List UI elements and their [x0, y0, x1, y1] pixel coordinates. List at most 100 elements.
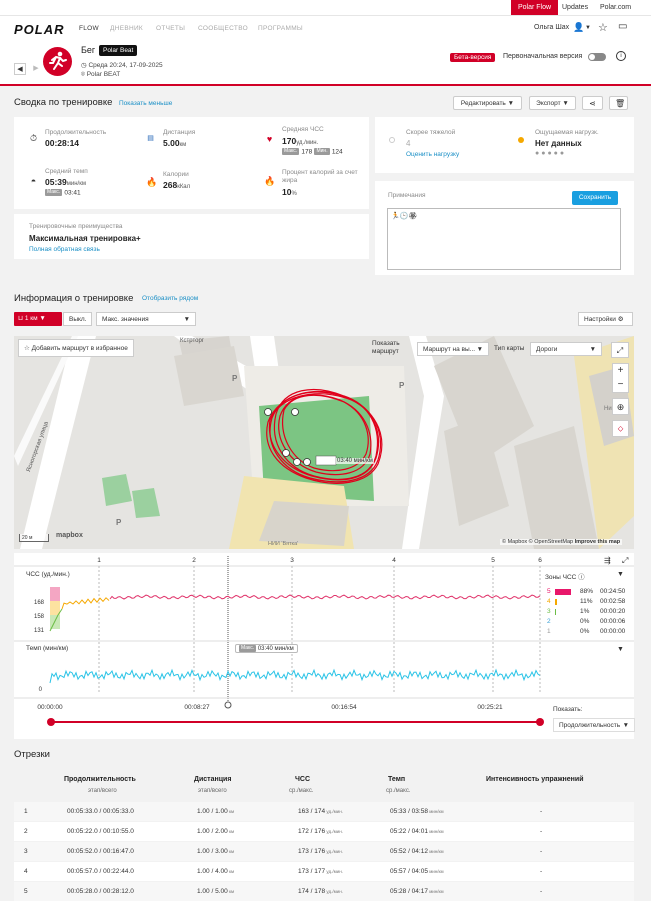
user-avatar-icon[interactable]: 👤: [573, 22, 584, 33]
polar-logo[interactable]: POLAR: [14, 22, 65, 37]
hr-y-tick: 168: [34, 600, 45, 606]
show-label: Показать:: [553, 706, 583, 713]
map-type-select[interactable]: Дороги ▼: [530, 342, 602, 356]
edit-button[interactable]: Редактировать ▼: [453, 96, 522, 110]
nav-flow[interactable]: FLOW: [79, 25, 99, 32]
user-name[interactable]: Ольга Шах: [534, 24, 569, 31]
add-favorite-route-button[interactable]: ☆ Добавить маршрут в избранное: [18, 339, 134, 357]
zones-dropdown-icon[interactable]: ▼: [617, 571, 624, 578]
zone-number: 3: [547, 608, 551, 615]
notes-textarea[interactable]: 🏃🕒🏵: [387, 208, 621, 270]
hr-label: Средняя ЧСС: [282, 126, 324, 133]
original-version-toggle[interactable]: [588, 53, 606, 61]
topbar-link-updates[interactable]: Updates: [555, 0, 595, 15]
zoom-out-icon[interactable]: −: [612, 378, 629, 393]
running-icon: [43, 47, 72, 76]
lap-row[interactable]: 2 00:05:22.0 / 00:10:55.0 1.00 / 2.00 км 17…: [14, 822, 634, 841]
hr-minmax: Макс. 178 Мин. 124: [282, 148, 343, 156]
benefit-value: Максимальная тренировка+: [29, 234, 141, 243]
pace-dropdown-icon[interactable]: ▼: [617, 646, 624, 653]
summary-title: Сводка по тренировке: [14, 97, 113, 108]
map-scale: 20 м: [19, 534, 49, 542]
nav-programs[interactable]: ПРОГРАММЫ: [258, 25, 303, 32]
info-icon: ⓘ: [578, 574, 585, 581]
settings-button[interactable]: Настройки ⚙: [578, 312, 633, 326]
distance-label: Дистанция: [163, 129, 196, 136]
hr-zone4-band: [50, 601, 60, 615]
export-button[interactable]: Экспорт ▼: [529, 96, 576, 110]
max-values-select[interactable]: Макс. значения ▼: [96, 312, 196, 326]
lap-marker-label: 6: [538, 557, 542, 564]
timeline-tick: 00:16:54: [331, 704, 357, 711]
parking-label-1: P: [232, 374, 238, 383]
lap-distance: 1.00 / 5.00 км: [197, 888, 235, 895]
user-dropdown-icon[interactable]: ▼: [585, 25, 591, 31]
timeline-tick: 00:25:21: [477, 704, 503, 711]
duration-value: 00:28:14: [45, 138, 80, 148]
distance-value: 5.00км: [163, 138, 187, 148]
hr-line-zone4: [61, 597, 110, 610]
zone-percent: 1%: [580, 608, 590, 615]
zone-number: 4: [547, 598, 551, 605]
show-select[interactable]: Продолжительность ▼: [553, 718, 635, 732]
timeline-cursor-icon: [224, 701, 232, 709]
lap-number: 4: [24, 868, 28, 875]
chart-expand-icon[interactable]: ⤢: [622, 556, 628, 566]
timeline-tick: 00:08:27: [184, 704, 210, 711]
distance-icon: ▤: [147, 135, 154, 142]
lap-row[interactable]: 4 00:05:57.0 / 00:22:44.0 1.00 / 4.00 км 17…: [14, 862, 634, 881]
lap-hr: 172 / 176 уд./мин.: [298, 828, 343, 835]
prev-session-button[interactable]: ◀: [14, 63, 26, 75]
show-side-by-side-link[interactable]: Отобразить рядом: [142, 295, 198, 302]
lap-number: 3: [24, 848, 28, 855]
col-pace-header: Темп: [388, 776, 406, 783]
next-session-button[interactable]: ▶: [30, 63, 42, 75]
zoom-in-icon[interactable]: +: [612, 363, 629, 378]
save-notes-button[interactable]: Сохранить: [572, 191, 618, 205]
pace-max-tooltip: Макс. 03:40 мин/км: [235, 644, 298, 653]
lap-row[interactable]: 1 00:05:33.0 / 00:05:33.0 1.00 / 1.00 км 16…: [14, 802, 634, 821]
hr-zone5-band: [50, 587, 60, 601]
fullscreen-icon[interactable]: ⤢: [611, 342, 629, 358]
route-select[interactable]: Маршрут на вы... ▼: [417, 342, 489, 356]
full-feedback-link[interactable]: Полная обратная связь: [29, 246, 100, 253]
chart-settings-icon[interactable]: ⇶: [604, 556, 611, 565]
perceived-rating-dots[interactable]: ●●●●●: [535, 150, 566, 157]
pace-y-tick: 0: [39, 687, 43, 693]
message-icon[interactable]: ▭: [618, 21, 627, 32]
topbar-link-polar-com[interactable]: Polar.com: [593, 0, 638, 15]
locate-icon[interactable]: ⊕: [612, 398, 629, 415]
nav-community[interactable]: СООБЩЕСТВО: [198, 25, 248, 32]
info-icon[interactable]: i: [616, 51, 626, 61]
hr-value: 170уд./мин.: [282, 136, 319, 146]
col-distance-sub: этап/всего: [198, 788, 227, 794]
lap-row[interactable]: 3 00:05:52.0 / 00:16:47.0 1.00 / 3.00 км 17…: [14, 842, 634, 861]
pace-line: [49, 668, 541, 684]
lap-duration: 00:05:33.0 / 00:05:33.0: [67, 808, 134, 815]
topbar-link-polar-flow[interactable]: Polar Flow: [511, 0, 559, 15]
improve-map-link[interactable]: Improve this map: [575, 539, 621, 545]
show-less-link[interactable]: Показать меньше: [119, 100, 172, 107]
timeline-start-handle[interactable]: [47, 718, 55, 726]
pace-marker-label: 03:40 мин/км: [336, 458, 374, 464]
share-icon[interactable]: ⋖: [582, 96, 603, 110]
nav-diary[interactable]: ДНЕВНИК: [110, 25, 143, 32]
nav-reports[interactable]: ОТЧЕТЫ: [156, 25, 185, 32]
lap-off-button[interactable]: Выкл.: [63, 312, 92, 326]
lap-select[interactable]: ⊔ 1 км ▼: [14, 312, 62, 326]
calories-value: 268кКал: [163, 180, 191, 190]
perceived-dot-icon: [518, 137, 524, 143]
lap-pace: 05:22 / 04:01 мин/км: [390, 828, 444, 835]
compass-icon[interactable]: ⬦: [612, 420, 629, 437]
route-map[interactable]: ☆ Добавить маршрут в избранное Кстрторг …: [14, 336, 634, 549]
col-hr-sub: ср./макс.: [289, 788, 314, 794]
zone-number: 1: [547, 628, 551, 635]
timeline-end-handle[interactable]: [536, 718, 544, 726]
zone-percent: 88%: [580, 588, 594, 595]
charts-svg[interactable]: 1 2 3 4 5 6 168 158 131 0 00:00:00 00:08:27 00:16:54…: [14, 553, 634, 739]
rate-load-link[interactable]: Оценить нагрузку: [406, 151, 459, 158]
delete-icon[interactable]: 🗑: [609, 96, 628, 110]
pace-value: 05:39мин/км: [45, 177, 86, 187]
star-icon[interactable]: ☆: [598, 21, 608, 34]
lap-row[interactable]: 5 00:05:28.0 / 00:28:12.0 1.00 / 5.00 км 17…: [14, 882, 634, 901]
